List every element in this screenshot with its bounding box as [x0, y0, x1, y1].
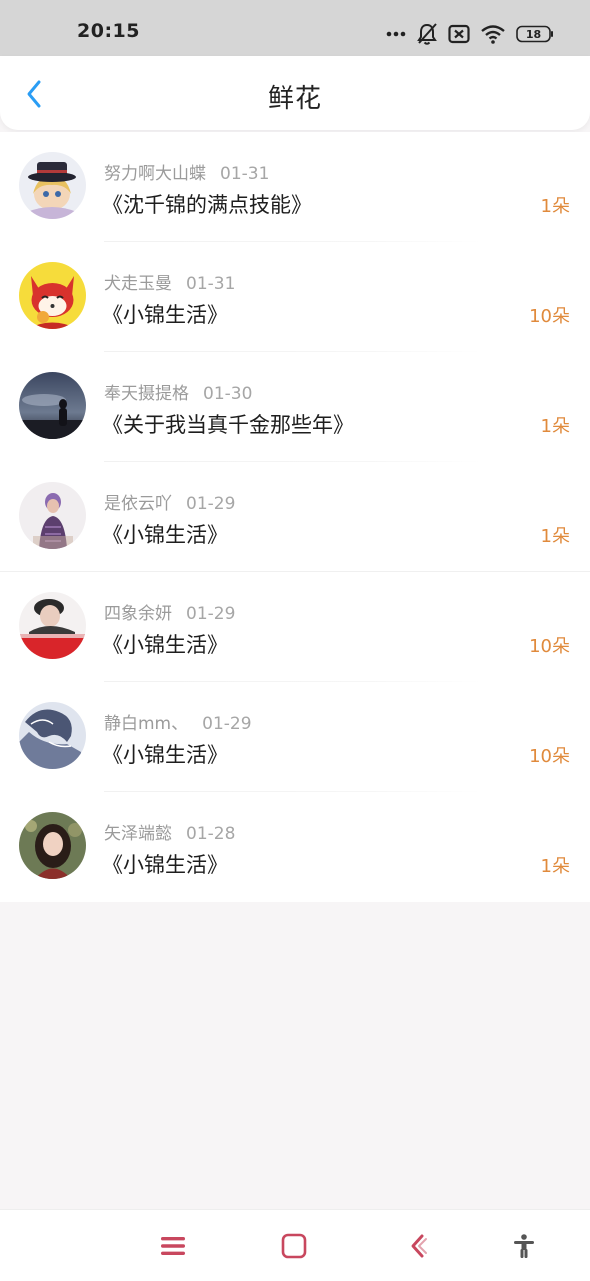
- flower-count: 1朵: [540, 856, 570, 877]
- flower-meta: 静白mm、 01-29: [104, 709, 252, 734]
- accessibility-button[interactable]: [508, 1230, 540, 1262]
- username[interactable]: 静白mm、: [104, 714, 188, 734]
- flower-count: 1朵: [540, 416, 570, 437]
- avatar-red-fox-image: [19, 262, 86, 329]
- flower-list: 努力啊大山蝶01-31 《沈千锦的满点技能》 1朵 犬走玉曼01-31 《小: [0, 132, 590, 902]
- flower-meta: 奉天摄提格 01-30: [104, 379, 252, 404]
- flower-meta: 矢泽端懿 01-28: [104, 819, 235, 844]
- list-item[interactable]: 努力啊大山蝶 01-31 《沈千锦的满点技能》 1朵: [0, 132, 590, 242]
- status-icons: 18: [386, 20, 554, 48]
- flower-count: 10朵: [529, 306, 570, 327]
- date: 01-28: [186, 824, 236, 844]
- avatar-girl-photo-image: [19, 812, 86, 879]
- flower-count: 1朵: [540, 526, 570, 547]
- home-square-icon: [281, 1233, 307, 1259]
- list-item[interactable]: 四象余妍 01-29 《小锦生活》 10朵: [0, 572, 590, 682]
- battery-icon: 18: [516, 25, 553, 43]
- avatar[interactable]: [19, 262, 86, 329]
- bell-muted-icon: [417, 23, 437, 45]
- flower-count: 10朵: [529, 746, 570, 767]
- date: 01-31: [220, 164, 270, 184]
- avatar[interactable]: [19, 482, 86, 549]
- book-title[interactable]: 《关于我当真千金那些年》: [102, 409, 354, 439]
- status-bar: 20:15 18: [0, 0, 590, 56]
- date: 01-31: [186, 274, 236, 294]
- menu-button[interactable]: [157, 1230, 189, 1262]
- back-chevron-icon: [411, 1234, 427, 1258]
- list-item[interactable]: 矢泽端懿 01-28 《小锦生活》 1朵: [0, 792, 590, 902]
- username[interactable]: 努力啊大山蝶: [104, 164, 206, 184]
- menu-icon: [161, 1237, 185, 1255]
- list-item[interactable]: 犬走玉曼 01-31 《小锦生活》 10朵: [0, 242, 590, 352]
- list-item[interactable]: 静白mm、 01-29 《小锦生活》 10朵: [0, 682, 590, 792]
- flower-meta: 犬走玉曼 01-31: [104, 269, 235, 294]
- list-item[interactable]: 是依云吖 01-29 《小锦生活》 1朵: [0, 462, 590, 572]
- status-time: 20:15: [77, 20, 140, 42]
- avatar-red-banner-image: [19, 592, 86, 659]
- header: 鲜花: [0, 56, 590, 130]
- svg-text:18: 18: [526, 28, 541, 41]
- book-title[interactable]: 《小锦生活》: [102, 299, 228, 329]
- flower-count: 10朵: [529, 636, 570, 657]
- avatar[interactable]: [19, 592, 86, 659]
- username[interactable]: 矢泽端懿: [104, 824, 172, 844]
- avatar[interactable]: [19, 372, 86, 439]
- avatar[interactable]: [19, 702, 86, 769]
- flower-meta: 是依云吖 01-29: [104, 489, 235, 514]
- avatar[interactable]: [19, 152, 86, 219]
- list-item[interactable]: 奉天摄提格 01-30 《关于我当真千金那些年》 1朵: [0, 352, 590, 462]
- flower-meta: 努力啊大山蝶 01-31: [104, 159, 269, 184]
- avatar-portrait-image: [19, 482, 86, 549]
- date: 01-30: [203, 384, 253, 404]
- accessibility-icon: [514, 1234, 534, 1258]
- date: 01-29: [186, 494, 236, 514]
- username[interactable]: 四象余妍: [104, 604, 172, 624]
- book-title[interactable]: 《小锦生活》: [102, 519, 228, 549]
- flower-meta: 四象余妍 01-29: [104, 599, 235, 624]
- book-title[interactable]: 《小锦生活》: [102, 849, 228, 879]
- sim-x-icon: [448, 24, 470, 44]
- book-title[interactable]: 《小锦生活》: [102, 739, 228, 769]
- book-title[interactable]: 《沈千锦的满点技能》: [102, 189, 312, 219]
- home-button[interactable]: [278, 1230, 310, 1262]
- system-nav-bar: [0, 1209, 590, 1281]
- book-title[interactable]: 《小锦生活》: [102, 629, 228, 659]
- username[interactable]: 犬走玉曼: [104, 274, 172, 294]
- nav-back-button[interactable]: [402, 1230, 434, 1262]
- page-title: 鲜花: [267, 84, 322, 114]
- username[interactable]: 奉天摄提格: [104, 384, 189, 404]
- date: 01-29: [186, 604, 236, 624]
- avatar-sketch-image: [19, 702, 86, 769]
- more-dots-icon: [386, 31, 406, 37]
- username[interactable]: 是依云吖: [104, 494, 172, 514]
- flower-count: 1朵: [540, 196, 570, 217]
- wifi-icon: [481, 25, 505, 44]
- avatar[interactable]: [19, 812, 86, 879]
- date: 01-29: [202, 714, 252, 734]
- avatar-anime-hat-image: [19, 152, 86, 219]
- avatar-night-sky-image: [19, 372, 86, 439]
